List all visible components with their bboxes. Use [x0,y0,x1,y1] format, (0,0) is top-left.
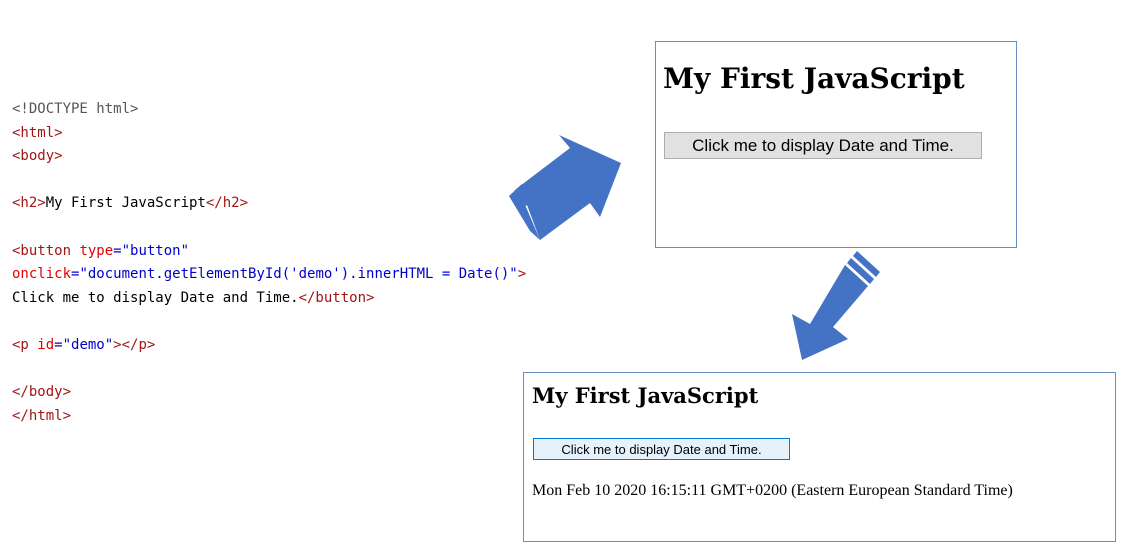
display-date-button[interactable]: Click me to display Date and Time. [664,132,982,159]
demo-date-output: Mon Feb 10 2020 16:15:11 GMT+0200 (Easte… [532,482,1013,499]
browser-output-before: My First JavaScript Click me to display … [655,41,1017,248]
arrow-right-icon [509,135,621,240]
arrow-down-icon [792,251,880,360]
page-heading: My First JavaScript [532,383,759,408]
display-date-button[interactable]: Click me to display Date and Time. [533,438,790,460]
browser-output-after: My First JavaScript Click me to display … [523,372,1116,542]
page-heading: My First JavaScript [663,62,965,95]
